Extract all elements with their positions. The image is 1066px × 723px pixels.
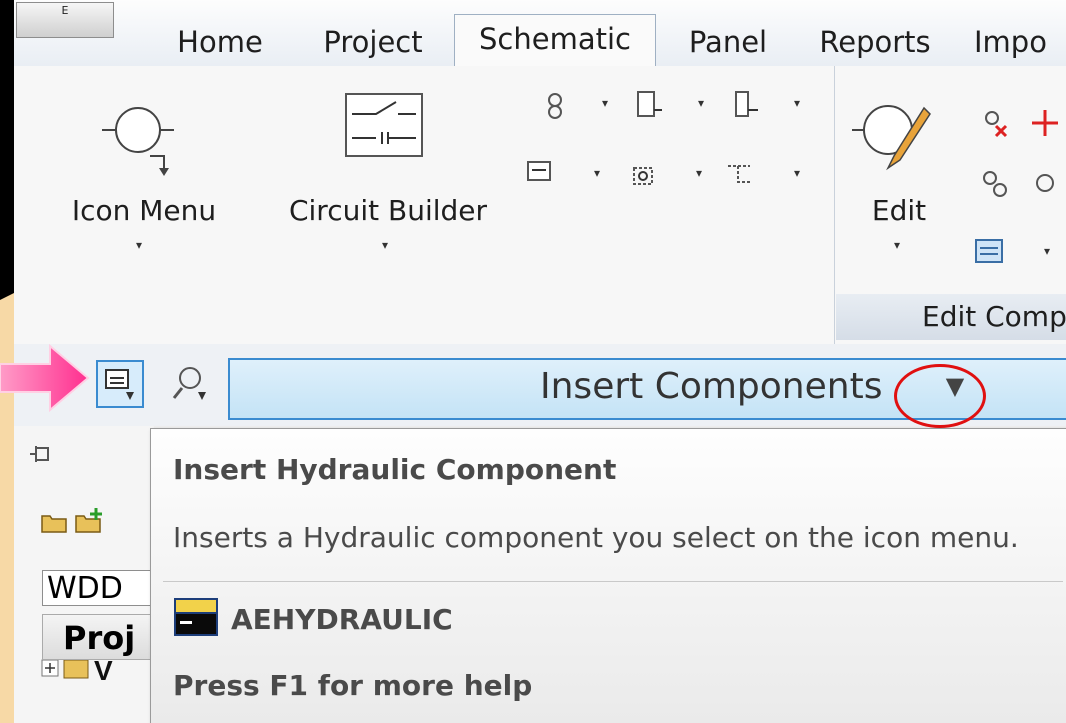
tab-schematic[interactable]: Schematic xyxy=(454,14,656,67)
edit-button[interactable]: Edit ▾ xyxy=(844,76,954,276)
copy-component-icon[interactable] xyxy=(980,168,1010,198)
edit-dropdown-icon: ▾ xyxy=(894,238,901,252)
tooltip-popup: Insert Hydraulic Component Inserts a Hyd… xyxy=(150,428,1066,723)
circuit-builder-icon xyxy=(345,93,423,157)
palette-menu-icon[interactable] xyxy=(96,360,146,410)
command-icon xyxy=(174,598,218,636)
edit-attributes-icon[interactable] xyxy=(974,236,1004,266)
tooltip-divider xyxy=(163,581,1063,582)
panel-separator xyxy=(834,66,835,344)
edit-icon xyxy=(852,105,931,171)
delete-component-icon[interactable] xyxy=(980,108,1010,138)
zoom-search-icon[interactable] xyxy=(172,362,214,404)
project-selector[interactable]: WDD xyxy=(42,570,162,606)
tab-reports[interactable]: Reports xyxy=(810,18,940,66)
tooltip-title: Insert Hydraulic Component xyxy=(173,453,617,486)
insert-terminal-dropdown-icon[interactable]: ▾ xyxy=(698,96,704,110)
tooltip-description: Inserts a Hydraulic component you select… xyxy=(173,521,1019,554)
highlight-circle xyxy=(894,364,986,428)
circuit-builder-label: Circuit Builder xyxy=(288,194,488,227)
edit-attributes-dropdown-icon[interactable]: ▾ xyxy=(1044,244,1050,258)
open-project-icon[interactable] xyxy=(40,510,70,536)
projects-header: Proj xyxy=(42,614,162,660)
icon-menu-icon xyxy=(102,107,174,176)
icon-menu-button[interactable]: Icon Menu ▾ xyxy=(44,76,244,276)
move-component-icon[interactable] xyxy=(1030,108,1060,138)
insert-connector-icon[interactable] xyxy=(526,158,556,188)
tooltip-help-text: Press F1 for more help xyxy=(173,669,533,702)
circuit-builder-button[interactable]: Circuit Builder ▾ xyxy=(268,76,508,276)
ribbon-tab-bar: E Home Project Schematic Panel Reports I… xyxy=(14,0,1066,67)
tooltip-command-name: AEHYDRAULIC xyxy=(231,603,453,636)
application-menu-button[interactable]: E xyxy=(16,2,114,38)
tab-home[interactable]: Home xyxy=(170,18,270,66)
insert-wire-icon[interactable] xyxy=(540,90,570,120)
ribbon-panel: Icon Menu ▾ Circuit Builder ▾ ▾ ▾ ▾ ▾ ▾ … xyxy=(14,66,1066,345)
circuit-builder-dropdown-icon: ▾ xyxy=(382,238,389,252)
application-menu-label: E xyxy=(61,4,69,17)
align-component-icon[interactable] xyxy=(1030,168,1060,198)
application-window: E Home Project Schematic Panel Reports I… xyxy=(14,0,1066,723)
edit-components-panel-title: Edit Comp xyxy=(836,294,1066,340)
insert-splice-dropdown-icon[interactable]: ▾ xyxy=(696,166,702,180)
new-project-icon[interactable] xyxy=(74,506,106,536)
insert-ladder-icon[interactable] xyxy=(730,90,760,120)
icon-menu-label: Icon Menu xyxy=(71,194,217,227)
icon-menu-dropdown-icon: ▾ xyxy=(136,238,143,252)
tab-import[interactable]: Impo xyxy=(974,18,1066,66)
pin-icon[interactable] xyxy=(28,442,52,466)
palette-title: Insert Components xyxy=(540,366,883,407)
edit-label: Edit xyxy=(871,194,927,227)
tab-project[interactable]: Project xyxy=(312,18,434,66)
insert-wire-dropdown-icon[interactable]: ▾ xyxy=(602,96,608,110)
insert-dotted-wire-dropdown-icon[interactable]: ▾ xyxy=(794,166,800,180)
insert-connector-dropdown-icon[interactable]: ▾ xyxy=(594,166,600,180)
insert-splice-icon[interactable] xyxy=(628,158,658,188)
insert-ladder-dropdown-icon[interactable]: ▾ xyxy=(794,96,800,110)
insert-dotted-wire-icon[interactable] xyxy=(724,158,754,188)
pointer-arrow-icon xyxy=(0,344,90,413)
tab-panel[interactable]: Panel xyxy=(678,18,778,66)
insert-terminal-icon[interactable] xyxy=(634,90,664,120)
